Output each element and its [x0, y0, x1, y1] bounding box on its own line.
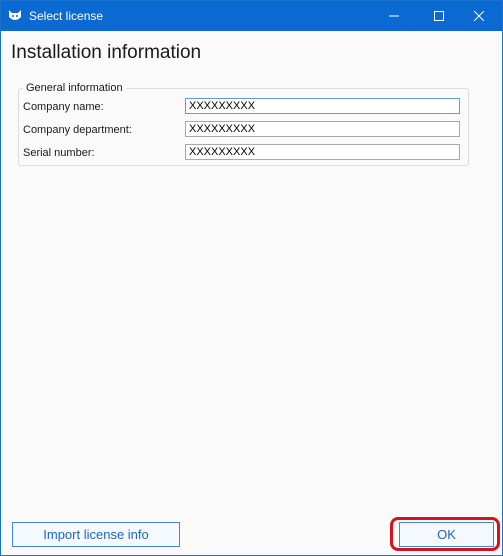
- close-button[interactable]: [456, 1, 502, 31]
- close-icon: [474, 11, 484, 21]
- company-name-label: Company name:: [23, 101, 104, 113]
- ok-button[interactable]: OK: [399, 522, 494, 547]
- window-title: Select license: [29, 9, 104, 23]
- serial-number-field[interactable]: [185, 144, 460, 160]
- cat-logo-icon: [9, 10, 21, 20]
- select-license-dialog: Select license Installation information …: [0, 0, 503, 556]
- company-department-label: Company department:: [23, 124, 132, 136]
- minimize-icon: [389, 15, 399, 17]
- title-bar[interactable]: Select license: [1, 1, 502, 31]
- company-name-field[interactable]: [185, 98, 460, 114]
- import-license-info-button[interactable]: Import license info: [12, 522, 180, 547]
- company-department-field[interactable]: [185, 121, 460, 137]
- serial-number-label: Serial number:: [23, 147, 95, 159]
- group-legend: General information: [23, 82, 126, 94]
- page-title: Installation information: [11, 42, 202, 63]
- maximize-icon: [434, 11, 444, 21]
- minimize-button[interactable]: [371, 1, 417, 31]
